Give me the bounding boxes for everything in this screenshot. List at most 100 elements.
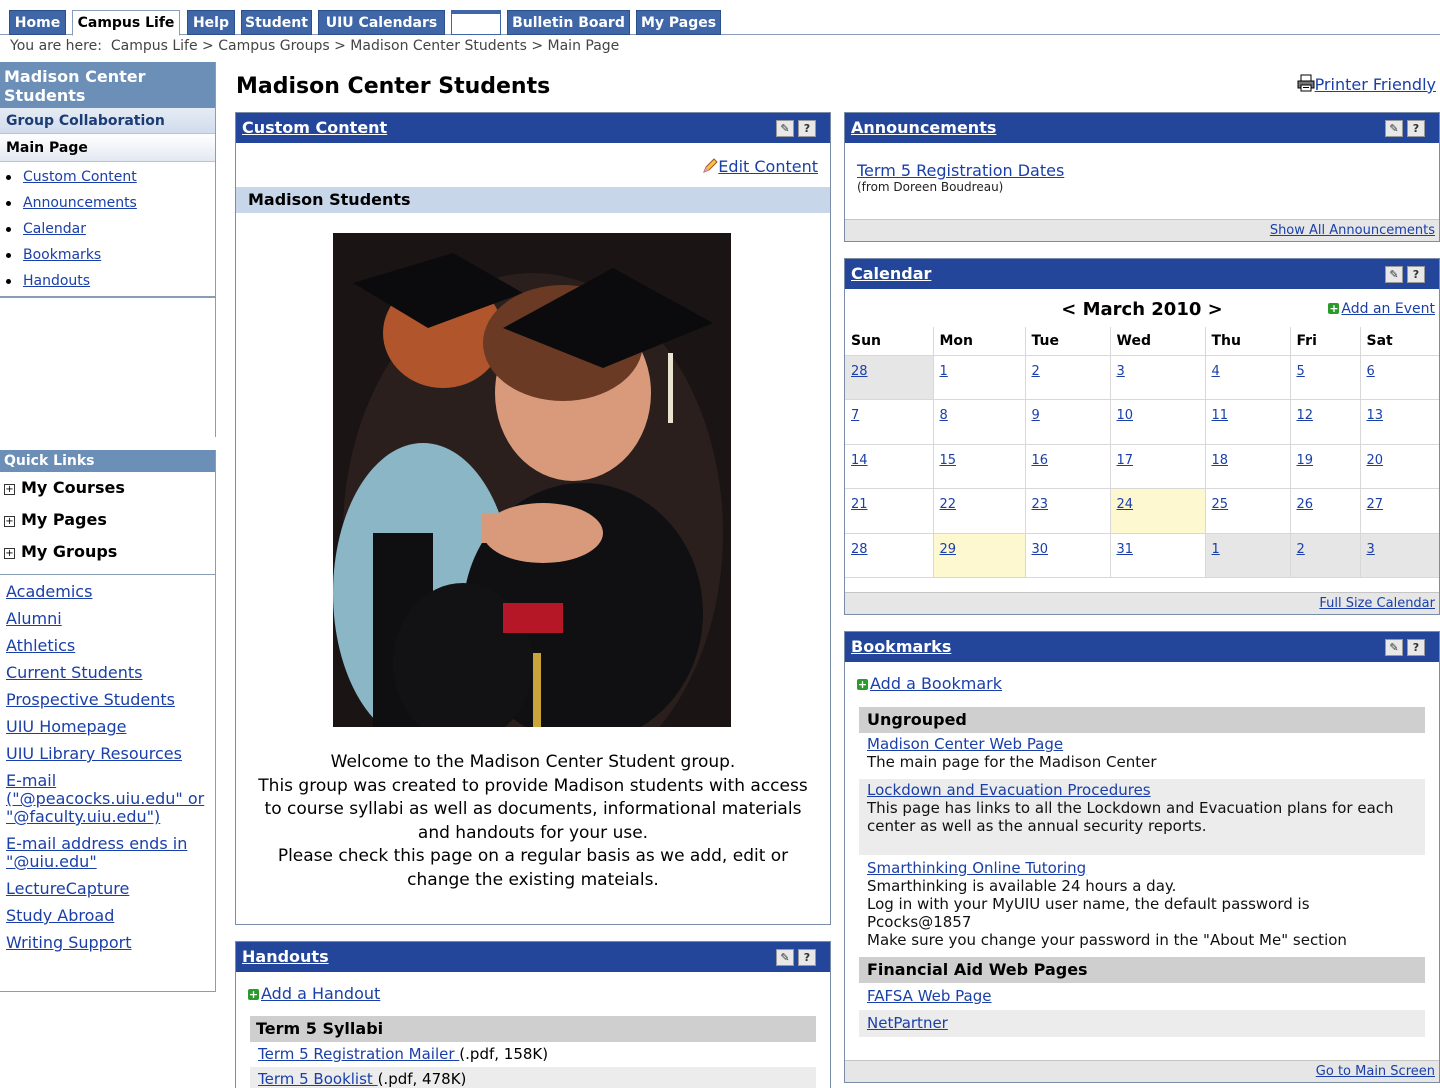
calendar-day-link[interactable]: 23	[1032, 497, 1049, 512]
quick-link-prospective-students[interactable]: Prospective Students	[6, 690, 175, 709]
go-to-main-screen-link[interactable]: Go to Main Screen	[1316, 1064, 1435, 1079]
quick-link-library[interactable]: UIU Library Resources	[6, 744, 182, 763]
calendar-day-link[interactable]: 5	[1297, 364, 1305, 379]
group-collaboration-header[interactable]: Group Collaboration	[0, 108, 215, 134]
help-icon[interactable]: ?	[1407, 120, 1425, 137]
calendar-title[interactable]: Calendar	[851, 264, 931, 283]
calendar-day-link[interactable]: 11	[1212, 408, 1229, 423]
full-size-calendar-link[interactable]: Full Size Calendar	[1319, 596, 1435, 611]
calendar-day-link[interactable]: 6	[1367, 364, 1375, 379]
handout-link[interactable]: Term 5 Registration Mailer	[258, 1045, 459, 1063]
announcement-link[interactable]: Term 5 Registration Dates	[857, 161, 1064, 180]
sidebar-link-bookmarks[interactable]: Bookmarks	[23, 247, 101, 263]
calendar-day-cell[interactable]: 19	[1290, 444, 1361, 489]
expand-icon[interactable]: +	[4, 484, 15, 495]
calendar-day-link[interactable]: 29	[940, 542, 957, 557]
calendar-day-link[interactable]: 28	[851, 364, 868, 379]
calendar-day-cell[interactable]: 15	[933, 444, 1026, 489]
calendar-day-cell[interactable]: 31	[1110, 533, 1206, 578]
printer-friendly-text[interactable]: Printer Friendly	[1315, 75, 1436, 94]
tab-uiu-calendars[interactable]: UIU Calendars	[318, 10, 445, 35]
calendar-day-cell[interactable]: 12	[1290, 399, 1361, 445]
quick-link-alumni[interactable]: Alumni	[6, 609, 62, 628]
bookmark-link[interactable]: Smarthinking Online Tutoring	[867, 859, 1086, 877]
settings-icon[interactable]: ✎	[1385, 266, 1403, 283]
tab-campus-life[interactable]: Campus Life	[72, 10, 180, 36]
calendar-day-cell[interactable]: 7	[845, 399, 934, 445]
calendar-day-cell[interactable]: 23	[1025, 488, 1111, 534]
add-event-link[interactable]: Add an Event	[1341, 301, 1435, 317]
tree-my-courses[interactable]: + My Courses	[0, 472, 215, 504]
quick-link-lecture-capture[interactable]: LectureCapture	[6, 879, 129, 898]
calendar-day-cell[interactable]: 10	[1110, 399, 1206, 445]
calendar-day-cell[interactable]: 3	[1110, 355, 1206, 400]
handout-link[interactable]: Term 5 Booklist	[258, 1070, 378, 1088]
calendar-day-link[interactable]: 22	[940, 497, 957, 512]
quick-link-study-abroad[interactable]: Study Abroad	[6, 906, 114, 925]
calendar-day-cell[interactable]: 21	[845, 488, 934, 534]
calendar-day-cell[interactable]: 11	[1205, 399, 1291, 445]
calendar-day-link[interactable]: 9	[1032, 408, 1040, 423]
calendar-day-cell[interactable]: 13	[1360, 399, 1439, 445]
help-icon[interactable]: ?	[1407, 639, 1425, 656]
calendar-day-link[interactable]: 14	[851, 453, 868, 468]
calendar-day-cell[interactable]: 26	[1290, 488, 1361, 534]
calendar-day-cell[interactable]: 20	[1360, 444, 1439, 489]
calendar-day-link[interactable]: 1	[940, 364, 948, 379]
help-icon[interactable]: ?	[1407, 266, 1425, 283]
calendar-day-link[interactable]: 16	[1032, 453, 1049, 468]
calendar-day-link[interactable]: 2	[1032, 364, 1040, 379]
bookmarks-title[interactable]: Bookmarks	[851, 637, 951, 656]
sidebar-item-main-page[interactable]: Main Page	[0, 134, 215, 162]
announcements-title[interactable]: Announcements	[851, 118, 996, 137]
quick-link-writing-support[interactable]: Writing Support	[6, 933, 131, 952]
calendar-day-link[interactable]: 4	[1212, 364, 1220, 379]
calendar-day-link[interactable]: 30	[1032, 542, 1049, 557]
tree-my-pages[interactable]: + My Pages	[0, 504, 215, 536]
calendar-day-link[interactable]: 28	[851, 542, 868, 557]
calendar-day-cell[interactable]: 29	[933, 533, 1026, 578]
calendar-day-cell[interactable]: 27	[1360, 488, 1439, 534]
expand-icon[interactable]: +	[4, 548, 15, 559]
settings-icon[interactable]: ✎	[1385, 120, 1403, 137]
calendar-day-link[interactable]: 20	[1367, 453, 1384, 468]
settings-icon[interactable]: ✎	[1385, 639, 1403, 656]
calendar-day-link[interactable]: 18	[1212, 453, 1229, 468]
calendar-day-link[interactable]: 7	[851, 408, 859, 423]
quick-link-athletics[interactable]: Athletics	[6, 636, 75, 655]
calendar-day-cell[interactable]: 5	[1290, 355, 1361, 400]
breadcrumb-campus-groups[interactable]: Campus Groups	[218, 38, 329, 54]
calendar-day-cell[interactable]: 25	[1205, 488, 1291, 534]
add-bookmark-link[interactable]: Add a Bookmark	[870, 674, 1002, 693]
quick-link-email-uiu[interactable]: E-mail address ends in "@uiu.edu"	[6, 834, 187, 871]
settings-icon[interactable]: ✎	[776, 949, 794, 966]
calendar-day-cell[interactable]: 17	[1110, 444, 1206, 489]
edit-content-link[interactable]: Edit Content	[718, 157, 818, 176]
calendar-day-cell[interactable]: 22	[933, 488, 1026, 534]
calendar-day-link[interactable]: 1	[1212, 542, 1220, 557]
calendar-day-link[interactable]: 12	[1297, 408, 1314, 423]
help-icon[interactable]: ?	[798, 949, 816, 966]
calendar-day-link[interactable]: 25	[1212, 497, 1229, 512]
tab-blank[interactable]	[451, 10, 501, 35]
bookmark-link[interactable]: FAFSA Web Page	[867, 987, 992, 1005]
calendar-day-link[interactable]: 3	[1367, 542, 1375, 557]
sidebar-link-announcements[interactable]: Announcements	[23, 195, 137, 211]
calendar-day-cell[interactable]: 28	[845, 533, 934, 578]
quick-link-email[interactable]: E-mail ("@peacocks.uiu.edu" or "@faculty…	[6, 771, 204, 826]
sidebar-link-custom-content[interactable]: Custom Content	[23, 169, 137, 185]
settings-icon[interactable]: ✎	[776, 120, 794, 137]
calendar-day-link[interactable]: 2	[1297, 542, 1305, 557]
calendar-day-cell[interactable]: 3	[1360, 533, 1439, 578]
calendar-day-cell[interactable]: 1	[1205, 533, 1291, 578]
calendar-day-link[interactable]: 21	[851, 497, 868, 512]
tab-student[interactable]: Student	[241, 10, 312, 35]
help-icon[interactable]: ?	[798, 120, 816, 137]
bookmark-link[interactable]: Lockdown and Evacuation Procedures	[867, 781, 1151, 799]
bookmark-link[interactable]: NetPartner	[867, 1014, 948, 1032]
calendar-day-cell[interactable]: 28	[845, 355, 934, 400]
tab-bulletin-board[interactable]: Bulletin Board	[507, 10, 630, 35]
bookmark-link[interactable]: Madison Center Web Page	[867, 735, 1063, 753]
calendar-day-link[interactable]: 13	[1367, 408, 1384, 423]
add-handout-link[interactable]: Add a Handout	[261, 984, 380, 1003]
